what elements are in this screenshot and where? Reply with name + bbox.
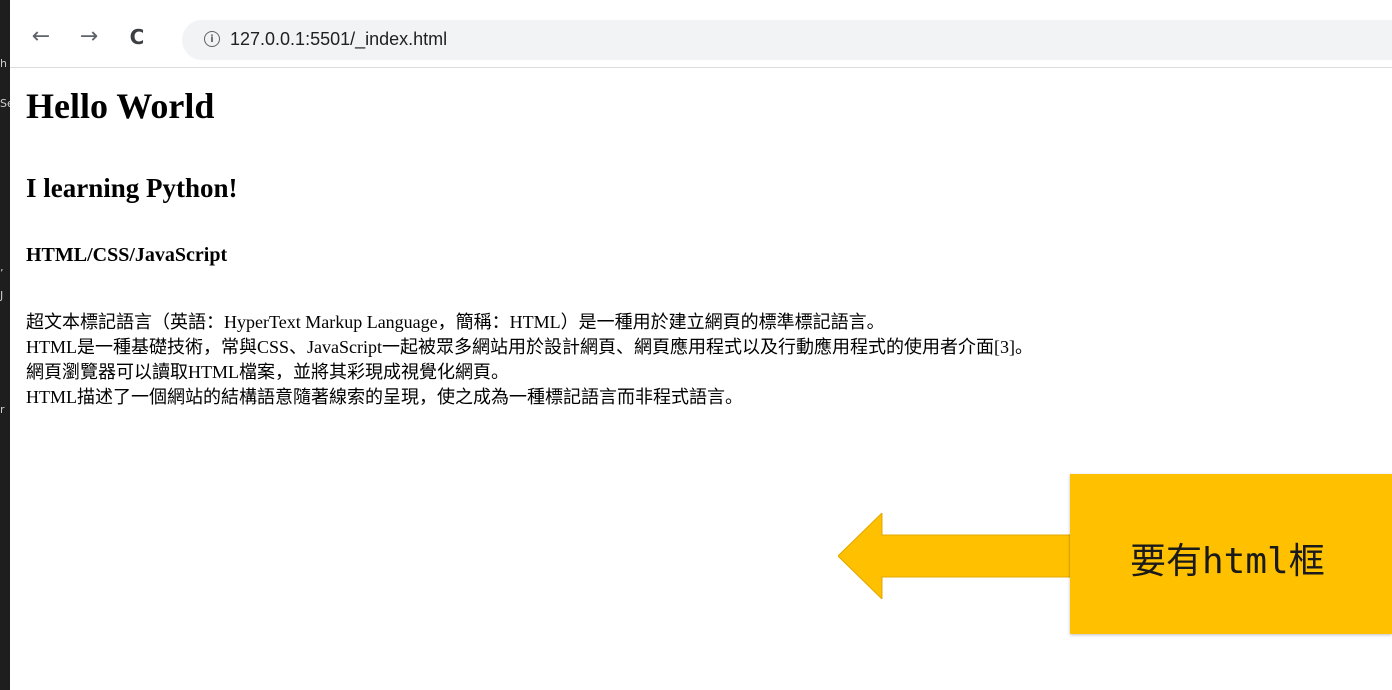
address-bar[interactable]: i 127.0.0.1:5501/_index.html bbox=[182, 20, 1392, 60]
paragraph-line: 超文本標記語言（英語：HyperText Markup Language，簡稱：… bbox=[26, 312, 885, 332]
annotation-callout: 要有html框 bbox=[1070, 474, 1392, 634]
editor-glyph: ’ bbox=[0, 268, 4, 280]
page-heading-h3: HTML/CSS/JavaScript bbox=[26, 244, 228, 266]
paragraph-line: HTML描述了一個網站的結構語意隨著線索的呈現，使之成為一種標記語言而非程式語言… bbox=[26, 387, 743, 407]
back-icon[interactable]: ← bbox=[28, 24, 54, 50]
editor-glyph: J bbox=[0, 290, 4, 302]
html-description-paragraph: 超文本標記語言（英語：HyperText Markup Language，簡稱：… bbox=[26, 310, 1033, 410]
page-heading-h2: I learning Python! bbox=[26, 173, 238, 203]
editor-glyph: r bbox=[0, 404, 5, 416]
page-heading-h1: Hello World bbox=[26, 86, 215, 126]
forward-icon[interactable]: → bbox=[76, 24, 102, 50]
site-info-icon[interactable]: i bbox=[204, 31, 220, 47]
reload-icon[interactable]: C bbox=[124, 24, 150, 50]
editor-side-strip: h Se ’ J r bbox=[0, 0, 10, 690]
paragraph-line: 網頁瀏覽器可以讀取HTML檔案，並將其彩現成視覺化網頁。 bbox=[26, 362, 509, 382]
browser-toolbar: ← → C i 127.0.0.1:5501/_index.html bbox=[10, 0, 1392, 68]
paragraph-line: HTML是一種基礎技術，常與CSS、JavaScript一起被眾多網站用於設計網… bbox=[26, 337, 1033, 357]
left-arrow-icon bbox=[838, 513, 1070, 599]
url-text[interactable]: 127.0.0.1:5501/_index.html bbox=[230, 29, 447, 50]
callout-text: 要有html框 bbox=[1130, 541, 1325, 582]
editor-glyph: Se bbox=[0, 98, 10, 110]
editor-glyph: h bbox=[0, 58, 7, 70]
